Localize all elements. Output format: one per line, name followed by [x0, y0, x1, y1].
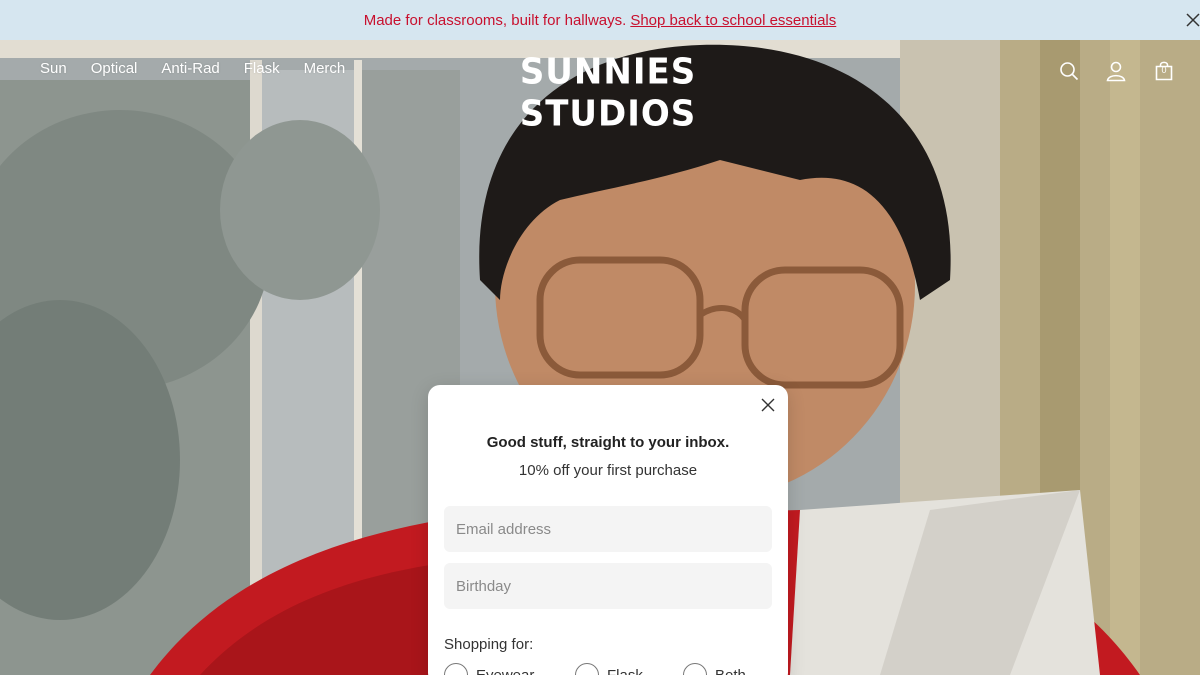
radio-eyewear[interactable] — [444, 663, 468, 675]
cart-button[interactable]: 0 — [1153, 60, 1175, 82]
close-icon[interactable] — [760, 397, 776, 413]
birthday-field[interactable] — [444, 563, 772, 609]
nav-anti-rad[interactable]: Anti-Rad — [161, 60, 219, 77]
email-field[interactable] — [444, 506, 772, 552]
popup-subtitle: 10% off your first purchase — [518, 462, 698, 479]
popup-title: Good stuff, straight to your inbox. — [486, 434, 730, 451]
close-icon[interactable] — [1182, 9, 1200, 31]
site-logo[interactable]: SUNNIES STUDIOS — [448, 51, 768, 135]
announcement-bar: Made for classrooms, built for hallways.… — [0, 0, 1200, 40]
radio-flask[interactable] — [575, 663, 599, 675]
nav-optical[interactable]: Optical — [91, 60, 138, 77]
option-both-label: Both — [715, 666, 746, 675]
cart-count: 0 — [1161, 65, 1167, 75]
option-both[interactable]: Both — [683, 663, 746, 675]
option-eyewear-label: Eyewear — [476, 666, 535, 675]
nav-sun[interactable]: Sun — [40, 60, 67, 77]
main-nav: Sun Optical Anti-Rad Flask Merch — [40, 60, 345, 77]
announcement-message: Made for classrooms, built for hallways. — [363, 11, 627, 29]
option-eyewear[interactable]: Eyewear — [444, 663, 534, 675]
search-icon[interactable] — [1058, 60, 1080, 82]
radio-both[interactable] — [683, 663, 707, 675]
nav-merch[interactable]: Merch — [304, 60, 346, 77]
announcement-link[interactable]: Shop back to school essentials — [630, 12, 836, 29]
option-flask-label: Flask — [607, 666, 643, 675]
newsletter-popup: Good stuff, straight to your inbox. 10% … — [428, 385, 788, 675]
shopping-for-label: Shopping for: — [444, 636, 534, 653]
nav-flask[interactable]: Flask — [244, 60, 280, 77]
option-flask[interactable]: Flask — [575, 663, 643, 675]
account-icon[interactable] — [1105, 60, 1127, 82]
